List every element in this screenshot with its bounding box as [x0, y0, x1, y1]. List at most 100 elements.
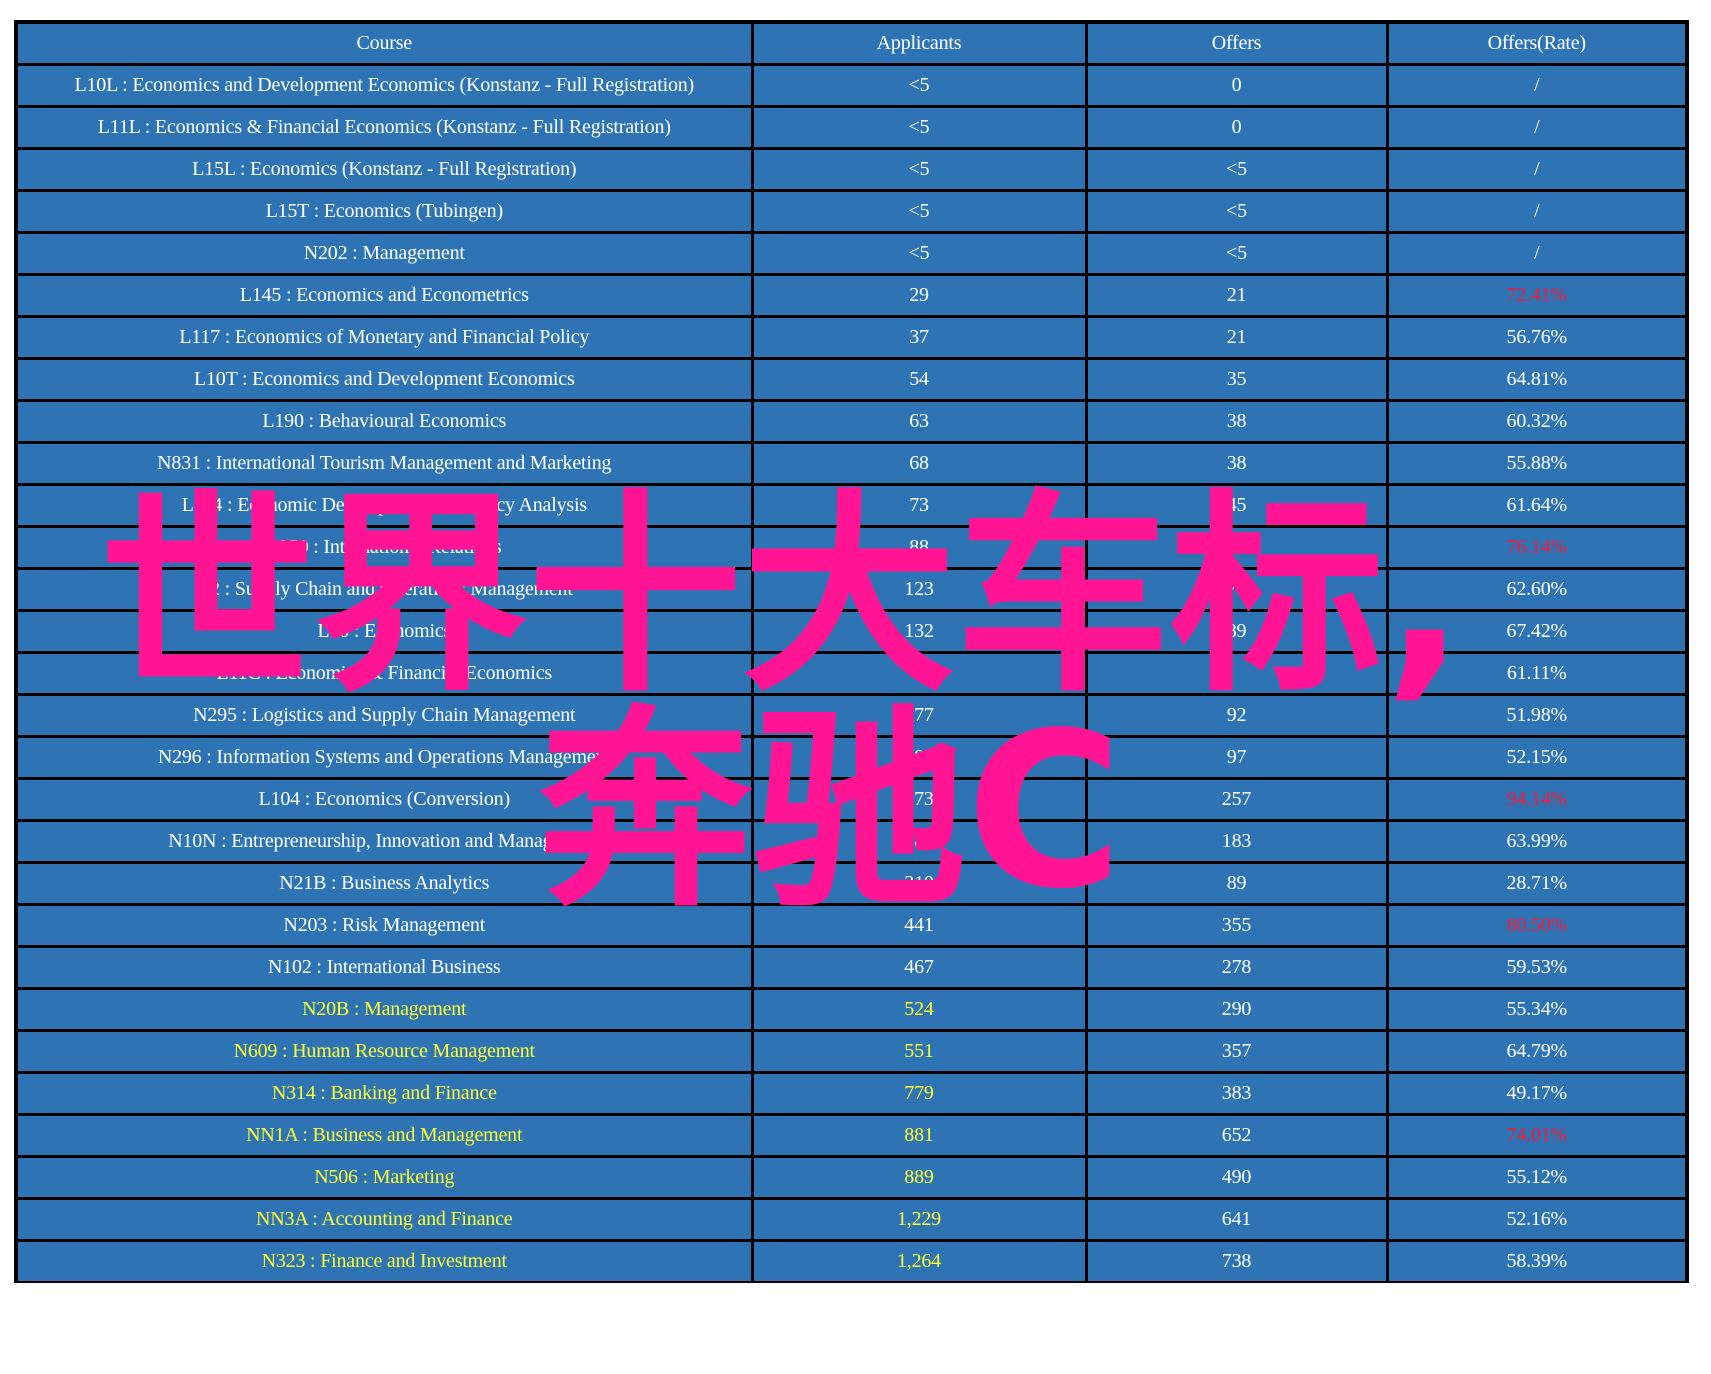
table-row: N202 : Management <5 <5/ [18, 231, 1685, 276]
cell-offers: 38 [1084, 441, 1389, 486]
cell-offers-rate: / [1385, 105, 1685, 150]
table-row: N295 : Logistics and Supply Chain Manage… [18, 693, 1685, 738]
cell-offers: 89 [1084, 609, 1389, 654]
cell-applicants: 177 [750, 693, 1088, 738]
cell-offers-rate: 52.15% [1385, 735, 1685, 780]
cell-course: L190 : Behavioural Economics [18, 399, 754, 444]
cell-offers-rate: 63.99% [1385, 819, 1685, 864]
table-row: N323 : Finance and Investment 1,264 738 58.… [18, 1239, 1685, 1281]
table-row: L10L : Economics and Development Economi… [18, 63, 1685, 108]
cell-course: N102 : International Business [18, 945, 754, 990]
cell-offers: 35 [1084, 357, 1389, 402]
cell-offers-rate: 94.14% [1385, 777, 1685, 822]
cell-course: L11L : Economics & Financial Economics (… [18, 105, 754, 150]
cell-offers [1084, 651, 1389, 696]
table-row: N21B : Business Analytics 310 89 28.71% [18, 861, 1685, 906]
cell-course: L145 : Economics and Econometrics [18, 273, 754, 318]
cell-offers-rate: 28.71% [1385, 861, 1685, 906]
cell-offers: 21 [1084, 273, 1389, 318]
cell-offers: 38 [1084, 399, 1389, 444]
cell-applicants: 63 [750, 399, 1088, 444]
cell-offers: 89 [1084, 861, 1389, 906]
cell-offers: 641 [1084, 1197, 1389, 1242]
cell-offers: 383 [1084, 1071, 1389, 1116]
cell-applicants: 88 [750, 525, 1088, 570]
cell-course: N203 : Risk Management [18, 903, 754, 948]
cell-offers-rate: 72.41% [1385, 273, 1685, 318]
column-header-offers: Offers [1084, 24, 1389, 66]
cell-applicants: 779 [750, 1071, 1088, 1116]
cell-course: N296 : Information Systems and Operation… [18, 735, 754, 780]
cell-offers: 290 [1084, 987, 1389, 1032]
cell-applicants: 132 [750, 609, 1088, 654]
table-row: L104 : Economics (Conversion) 273 257 94.14… [18, 777, 1685, 822]
cell-applicants: 73 [750, 483, 1088, 528]
cell-course: L10T : Economics and Development Economi… [18, 357, 754, 402]
cell-offers-rate: 58.39% [1385, 1239, 1685, 1281]
cell-course: N831 : International Tourism Management … [18, 441, 754, 486]
cell-offers-rate: / [1385, 147, 1685, 192]
cell-applicants: <5 [750, 231, 1088, 276]
table-header-row: Course Applicants Offers Offers(Rate) [18, 24, 1685, 66]
table-row: N314 : Banking and Finance 779 383 49.17% [18, 1071, 1685, 1116]
cell-applicants: 286 [750, 819, 1088, 864]
cell-course: NN1A : Business and Management [18, 1113, 754, 1158]
cell-course: L15L : Economics (Konstanz - Full Regist… [18, 147, 754, 192]
cell-course: L10L : Economics and Development Economi… [18, 63, 754, 108]
table-row: L250 : International Relations 88 67 76.14% [18, 525, 1685, 570]
cell-offers-rate: 64.81% [1385, 357, 1685, 402]
cell-offers: 490 [1084, 1155, 1389, 1200]
cell-course: N202 : Management [18, 231, 754, 276]
cell-offers: 97 [1084, 735, 1389, 780]
cell-course: NN3A : Accounting and Finance [18, 1197, 754, 1242]
cell-offers-rate: 55.12% [1385, 1155, 1685, 1200]
cell-offers-rate: 74.01% [1385, 1113, 1685, 1158]
cell-offers: 92 [1084, 693, 1389, 738]
cell-offers: 278 [1084, 945, 1389, 990]
table-row: L190 : Behavioural Economics 63 38 60.32% [18, 399, 1685, 444]
admissions-table-container: Course Applicants Offers Offers(Rate) L1… [14, 20, 1689, 1283]
table-row: N831 : International Tourism Management … [18, 441, 1685, 486]
table-row: N2 : Supply Chain and Operations Managem… [18, 567, 1685, 612]
table-row: N20B : Management 524 290 55.34% [18, 987, 1685, 1032]
cell-offers-rate: 80.50% [1385, 903, 1685, 948]
cell-course: L11C : Economics & Financial Economics [18, 651, 754, 696]
admissions-table: Course Applicants Offers Offers(Rate) L1… [18, 24, 1685, 1281]
cell-offers: 652 [1084, 1113, 1389, 1158]
cell-offers: 357 [1084, 1029, 1389, 1074]
cell-applicants: 441 [750, 903, 1088, 948]
table-row: NN1A : Business and Management 881 652 74.0… [18, 1113, 1685, 1158]
cell-applicants: 37 [750, 315, 1088, 360]
table-row: L11C : Economics & Financial Economics 61… [18, 651, 1685, 696]
cell-offers-rate: 62.60% [1385, 567, 1685, 612]
cell-applicants: 68 [750, 441, 1088, 486]
cell-offers: 257 [1084, 777, 1389, 822]
cell-offers-rate: 76.14% [1385, 525, 1685, 570]
cell-offers: <5 [1084, 147, 1389, 192]
table-row: NN3A : Accounting and Finance 1,229 641 52.… [18, 1197, 1685, 1242]
cell-offers-rate: 55.88% [1385, 441, 1685, 486]
table-row: L15L : Economics (Konstanz - Full Regist… [18, 147, 1685, 192]
table-row: L114 : Economic Development and Policy A… [18, 483, 1685, 528]
cell-offers-rate: / [1385, 231, 1685, 276]
cell-applicants: 123 [750, 567, 1088, 612]
cell-offers: <5 [1084, 231, 1389, 276]
cell-course: L10 : Economics [18, 609, 754, 654]
table-row: N10N : Entrepreneurship, Innovation and … [18, 819, 1685, 864]
cell-offers-rate: 59.53% [1385, 945, 1685, 990]
table-body: L10L : Economics and Development Economi… [18, 63, 1685, 1281]
cell-applicants: 1,229 [750, 1197, 1088, 1242]
cell-offers-rate: 60.32% [1385, 399, 1685, 444]
cell-offers: 45 [1084, 483, 1389, 528]
cell-offers-rate: 61.64% [1385, 483, 1685, 528]
column-header-applicants: Applicants [750, 24, 1088, 66]
cell-offers-rate: 64.79% [1385, 1029, 1685, 1074]
table-row: L10 : Economics 132 89 67.42% [18, 609, 1685, 654]
cell-applicants: 467 [750, 945, 1088, 990]
cell-offers-rate: / [1385, 189, 1685, 234]
cell-applicants: 273 [750, 777, 1088, 822]
table-row: L145 : Economics and Econometrics 29 21 72.… [18, 273, 1685, 318]
cell-offers-rate: 67.42% [1385, 609, 1685, 654]
table-row: N609 : Human Resource Management 551 357 64… [18, 1029, 1685, 1074]
cell-offers: 183 [1084, 819, 1389, 864]
